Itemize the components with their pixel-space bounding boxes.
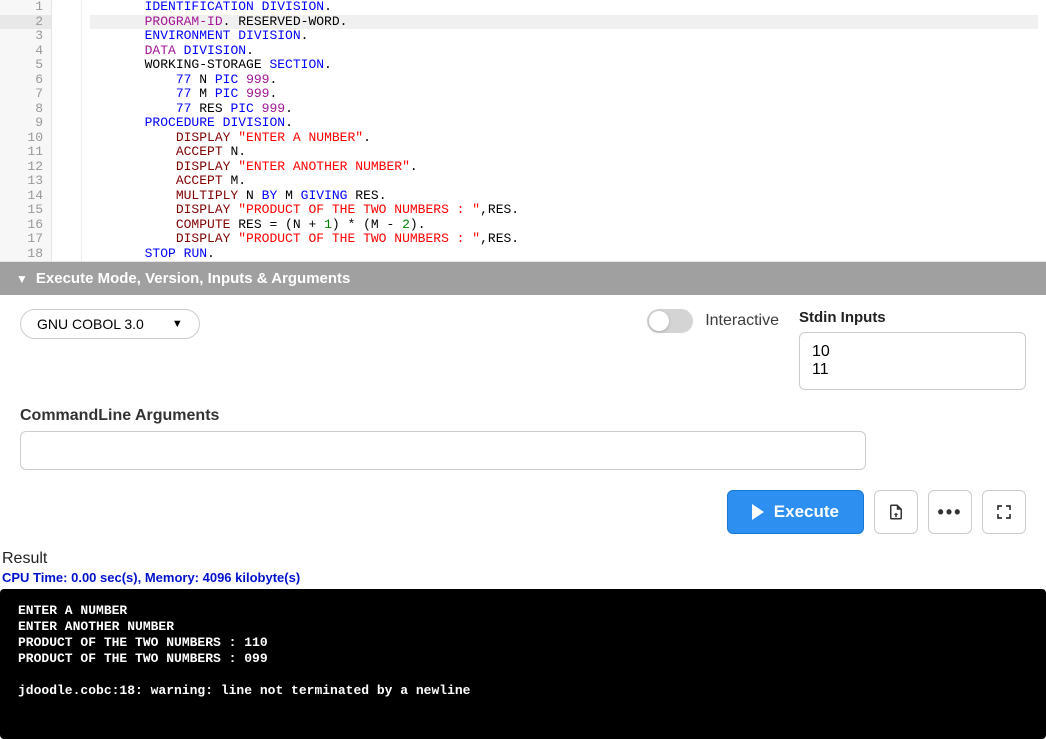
code-line[interactable]: ACCEPT N. bbox=[90, 145, 1038, 160]
code-line[interactable]: DISPLAY "PRODUCT OF THE TWO NUMBERS : ",… bbox=[90, 232, 1038, 247]
section-header[interactable]: ▼ Execute Mode, Version, Inputs & Argume… bbox=[0, 262, 1046, 295]
fullscreen-icon bbox=[996, 504, 1012, 520]
code-line[interactable]: ENVIRONMENT DIVISION. bbox=[90, 29, 1038, 44]
version-label: GNU COBOL 3.0 bbox=[37, 316, 144, 332]
line-number[interactable]: 15 bbox=[0, 203, 51, 218]
code-line[interactable]: PROGRAM-ID. RESERVED-WORD. bbox=[90, 15, 1038, 30]
code-line[interactable]: IDENTIFICATION DIVISION. bbox=[90, 0, 1038, 15]
result-stats: CPU Time: 0.00 sec(s), Memory: 4096 kilo… bbox=[2, 570, 1046, 585]
line-number[interactable]: 12 bbox=[0, 160, 51, 175]
code-line[interactable]: DATA DIVISION. bbox=[90, 44, 1038, 59]
line-number[interactable]: 14 bbox=[0, 189, 51, 204]
save-file-button[interactable] bbox=[874, 490, 918, 534]
code-line[interactable]: DISPLAY "ENTER ANOTHER NUMBER". bbox=[90, 160, 1038, 175]
execute-button[interactable]: Execute bbox=[727, 490, 864, 534]
fullscreen-button[interactable] bbox=[982, 490, 1026, 534]
line-number[interactable]: 3 bbox=[0, 29, 51, 44]
execute-label: Execute bbox=[774, 502, 839, 522]
line-number[interactable]: 5 bbox=[0, 58, 51, 73]
terminal-output[interactable]: ENTER A NUMBER ENTER ANOTHER NUMBER PROD… bbox=[0, 589, 1046, 739]
code-line[interactable]: MULTIPLY N BY M GIVING RES. bbox=[90, 189, 1038, 204]
chevron-down-icon: ▼ bbox=[172, 318, 183, 330]
interactive-label: Interactive bbox=[705, 312, 779, 330]
interactive-toggle[interactable] bbox=[647, 309, 693, 333]
button-row: Execute ••• bbox=[0, 480, 1046, 544]
line-number[interactable]: 13 bbox=[0, 174, 51, 189]
code-line[interactable]: COMPUTE RES = (N + 1) * (M - 2). bbox=[90, 218, 1038, 233]
line-number[interactable]: 4 bbox=[0, 44, 51, 59]
code-line[interactable]: 77 RES PIC 999. bbox=[90, 102, 1038, 117]
line-number[interactable]: 1 bbox=[0, 0, 51, 15]
cmdline-input[interactable] bbox=[20, 431, 866, 470]
code-line[interactable]: 77 M PIC 999. bbox=[90, 87, 1038, 102]
chevron-down-icon: ▼ bbox=[16, 272, 28, 286]
code-line[interactable]: DISPLAY "PRODUCT OF THE TWO NUMBERS : ",… bbox=[90, 203, 1038, 218]
toggle-knob bbox=[649, 311, 669, 331]
interactive-group: Interactive bbox=[647, 309, 779, 333]
section-title: Execute Mode, Version, Inputs & Argument… bbox=[36, 270, 351, 287]
code-area[interactable]: IDENTIFICATION DIVISION. PROGRAM-ID. RES… bbox=[82, 0, 1046, 261]
line-number[interactable]: 18 bbox=[0, 247, 51, 262]
controls-row: GNU COBOL 3.0 ▼ Interactive Stdin Inputs bbox=[0, 295, 1046, 395]
gutter-margin bbox=[52, 0, 82, 261]
cmdline-label: CommandLine Arguments bbox=[20, 407, 1026, 425]
code-line[interactable]: PROCEDURE DIVISION. bbox=[90, 116, 1038, 131]
stdin-input[interactable] bbox=[799, 332, 1026, 390]
stdin-group: Stdin Inputs bbox=[799, 309, 1026, 395]
result-label: Result bbox=[2, 550, 1046, 568]
line-number[interactable]: 10 bbox=[0, 131, 51, 146]
code-editor[interactable]: 123456789101112131415161718 IDENTIFICATI… bbox=[0, 0, 1046, 262]
code-line[interactable]: 77 N PIC 999. bbox=[90, 73, 1038, 88]
line-number[interactable]: 17 bbox=[0, 232, 51, 247]
line-number[interactable]: 6 bbox=[0, 73, 51, 88]
code-line[interactable]: STOP RUN. bbox=[90, 247, 1038, 262]
code-line[interactable]: WORKING-STORAGE SECTION. bbox=[90, 58, 1038, 73]
line-number[interactable]: 7 bbox=[0, 87, 51, 102]
code-line[interactable]: ACCEPT M. bbox=[90, 174, 1038, 189]
play-icon bbox=[752, 504, 764, 520]
line-number[interactable]: 9 bbox=[0, 116, 51, 131]
stdin-label: Stdin Inputs bbox=[799, 309, 1026, 326]
line-gutter: 123456789101112131415161718 bbox=[0, 0, 52, 261]
code-line[interactable]: DISPLAY "ENTER A NUMBER". bbox=[90, 131, 1038, 146]
more-icon: ••• bbox=[938, 502, 963, 523]
version-select[interactable]: GNU COBOL 3.0 ▼ bbox=[20, 309, 200, 339]
line-number[interactable]: 16 bbox=[0, 218, 51, 233]
line-number[interactable]: 11 bbox=[0, 145, 51, 160]
line-number[interactable]: 2 bbox=[0, 15, 51, 30]
line-number[interactable]: 8 bbox=[0, 102, 51, 117]
save-file-icon bbox=[887, 503, 905, 521]
more-button[interactable]: ••• bbox=[928, 490, 972, 534]
